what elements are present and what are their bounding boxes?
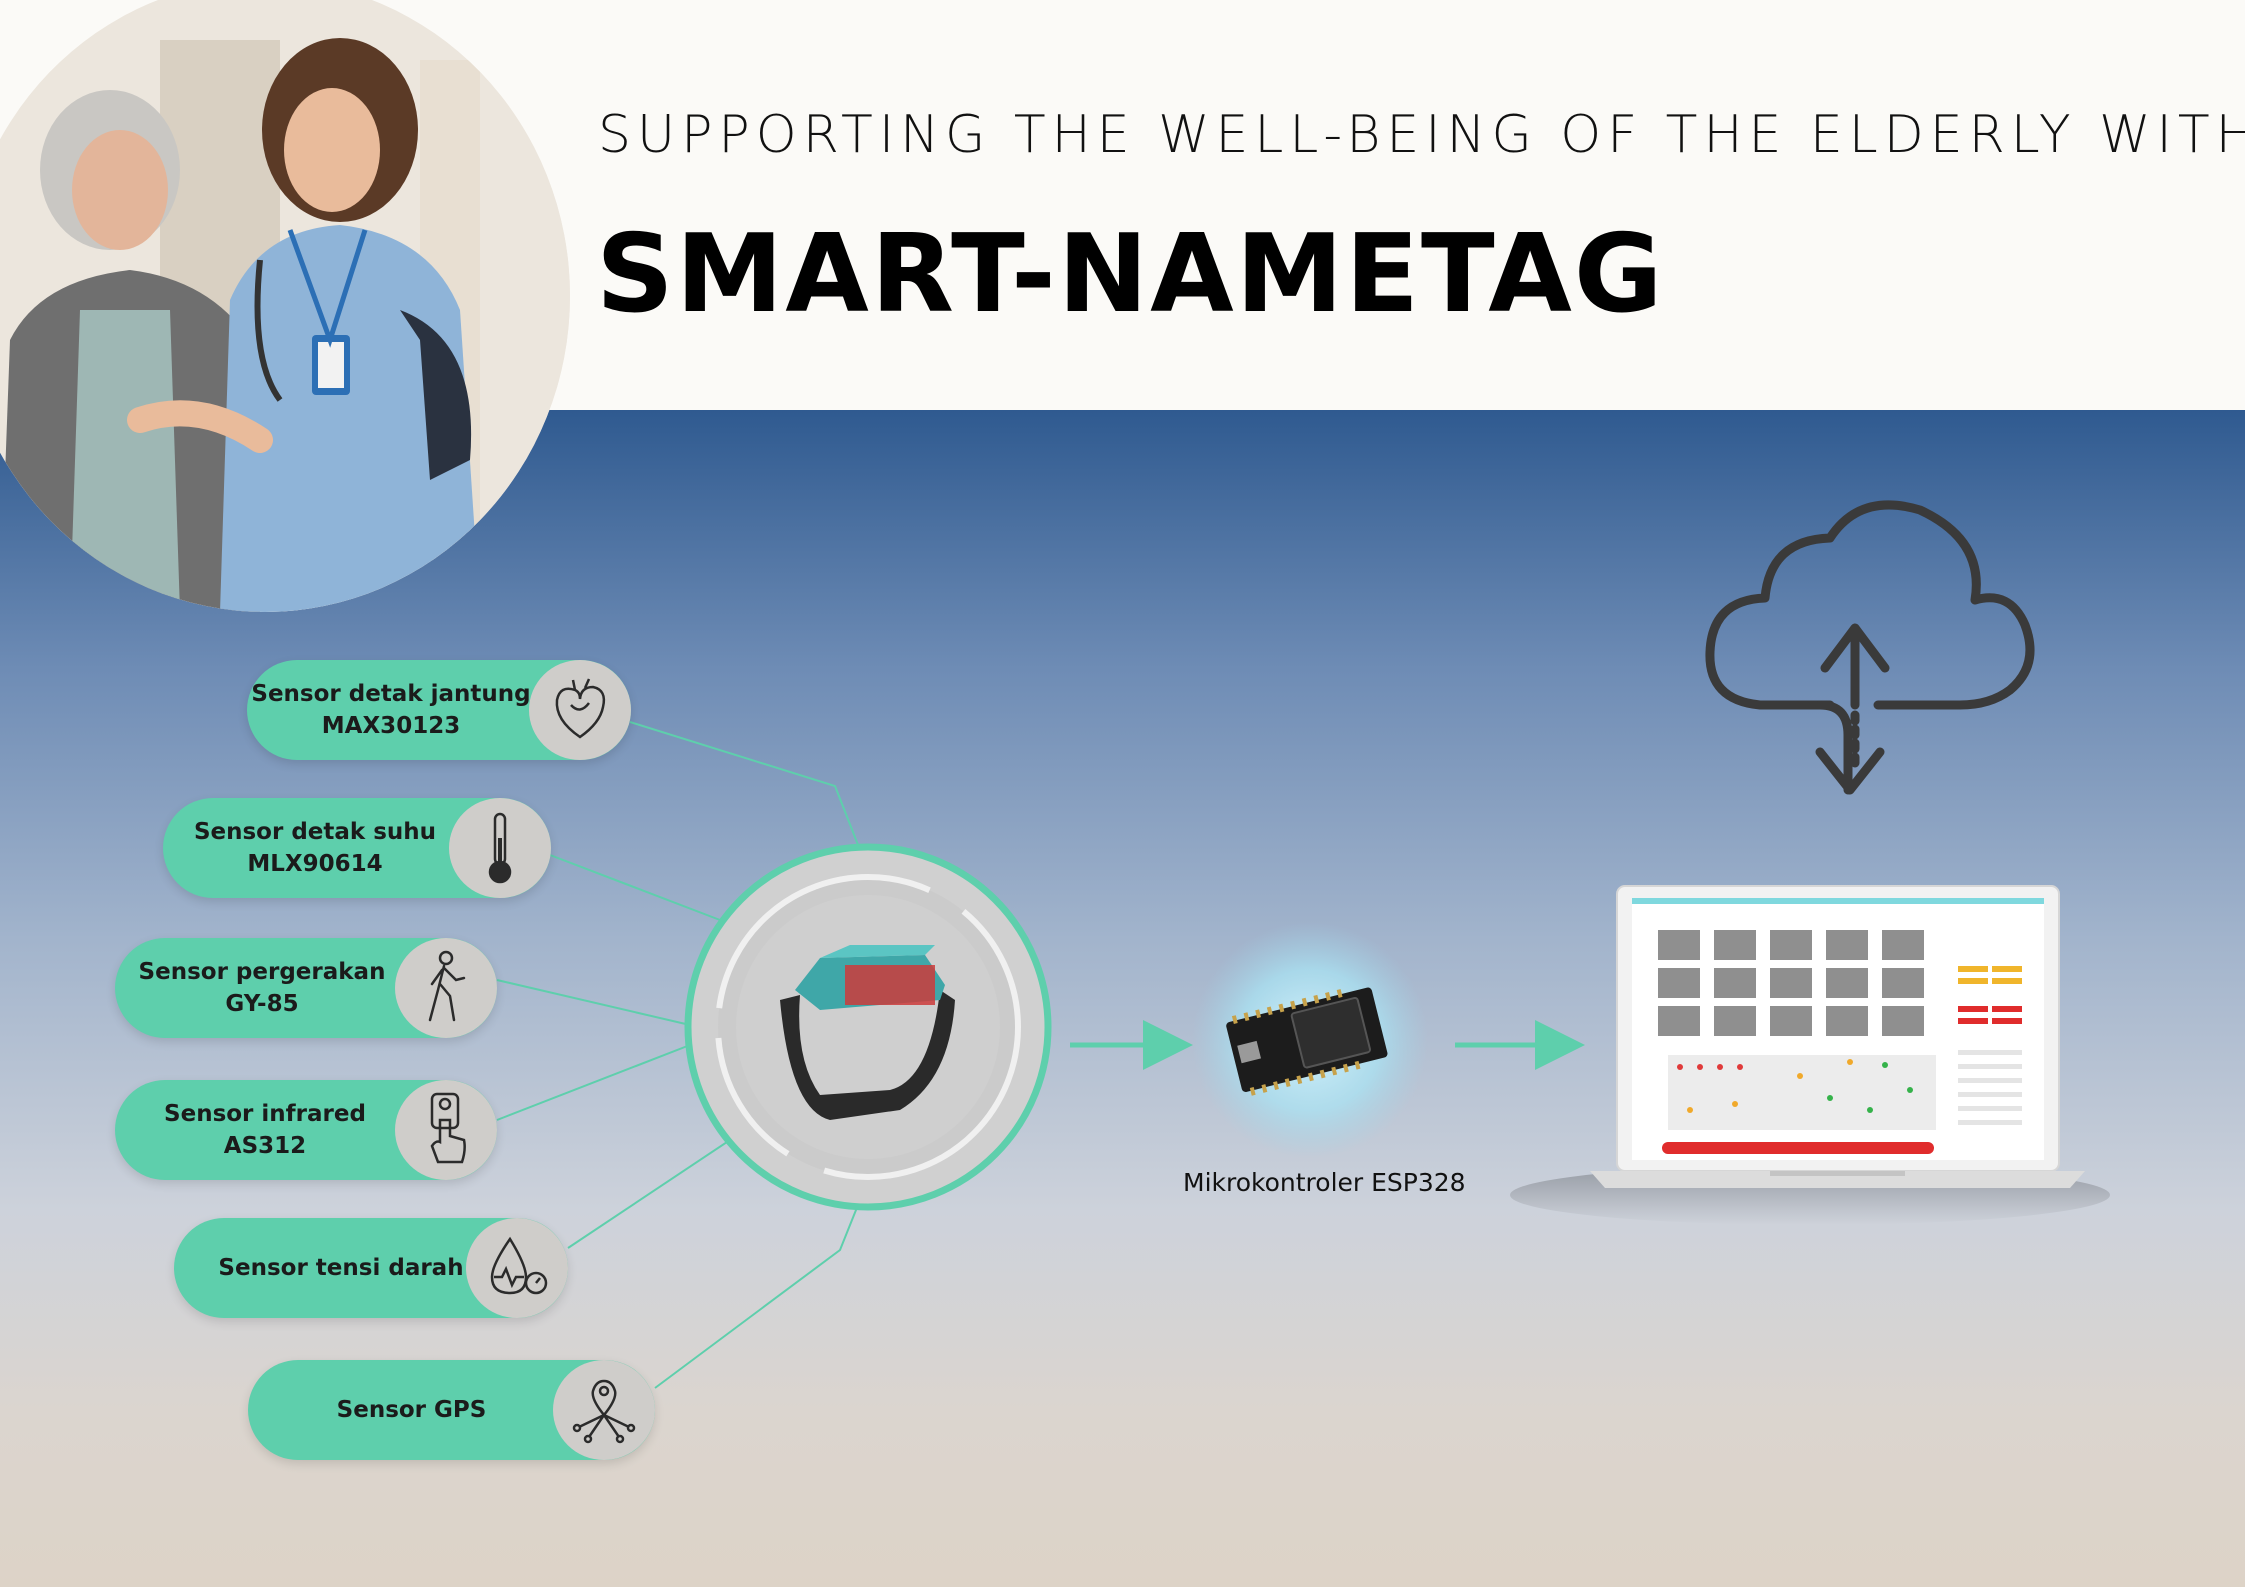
sensor-blood-pressure: Sensor tensi darah [174, 1218, 568, 1318]
microcontroller-label: Mikrokontroler ESP328 [1183, 1168, 1466, 1197]
sensor-temperature-label: Sensor detak suhu MLX90614 [193, 819, 437, 877]
sensor-temperature: Sensor detak suhu MLX90614 [163, 798, 551, 898]
blood-pressure-icon [466, 1218, 568, 1318]
sensor-gps: Sensor GPS [248, 1360, 655, 1460]
cloud-upload-download-icon [1705, 500, 2035, 795]
sensor-heart-rate-label: Sensor detak jantung MAX30123 [251, 681, 531, 739]
diagram-graphics [496, 500, 2110, 1389]
gps-pin-icon [553, 1360, 655, 1460]
sensor-movement-label: Sensor pergerakan GY-85 [138, 959, 386, 1017]
connector-movement [496, 979, 691, 1026]
sensor-blood-pressure-label: Sensor tensi darah [218, 1255, 464, 1281]
esp32-board [1192, 922, 1428, 1158]
heart-icon [529, 660, 631, 760]
connector-gps [654, 1199, 861, 1389]
sensor-gps-label: Sensor GPS [336, 1397, 487, 1423]
smart-nametag-device [684, 843, 1052, 1211]
sensor-infrared-label: Sensor infrared AS312 [164, 1101, 366, 1159]
connector-temperature [549, 854, 721, 921]
connector-blood-pressure [567, 1139, 731, 1249]
sensor-heart-rate: Sensor detak jantung MAX30123 [247, 660, 631, 760]
connector-infrared [496, 1044, 691, 1121]
connector-heart [629, 721, 861, 851]
sensor-infrared: Sensor infrared AS312 [115, 1080, 497, 1180]
hand-device-icon [395, 1080, 497, 1180]
walking-person-icon [395, 938, 497, 1038]
laptop-dashboard [1510, 885, 2110, 1225]
sensor-movement: Sensor pergerakan GY-85 [115, 938, 497, 1038]
thermometer-icon [449, 798, 551, 898]
